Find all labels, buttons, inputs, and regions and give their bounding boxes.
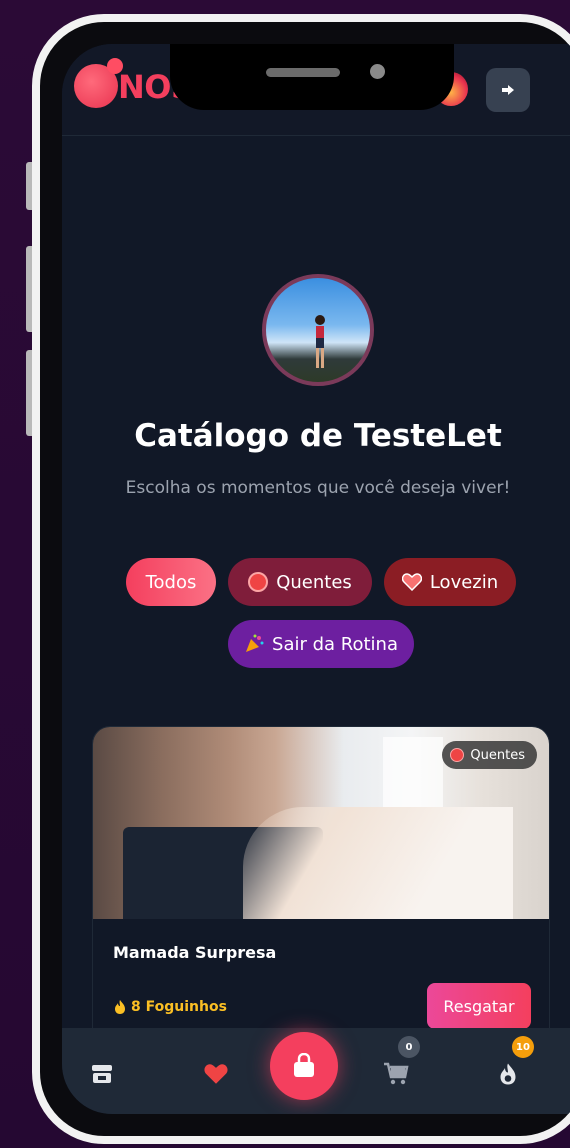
cart-count-badge: 0	[398, 1036, 420, 1058]
heart-icon	[401, 573, 422, 591]
category-tag: Quentes	[442, 741, 537, 769]
image-arms	[243, 807, 513, 919]
moment-price-label: 8 Foguinhos	[131, 999, 227, 1015]
logout-icon	[502, 85, 514, 95]
flame-icon	[115, 1000, 125, 1014]
filter-chip-sair-da-rotina[interactable]: Sair da Rotina	[228, 620, 414, 668]
moment-price: 8 Foguinhos	[113, 999, 227, 1015]
angry-face-icon	[450, 748, 465, 762]
party-popper-icon	[246, 634, 264, 652]
heart-icon	[204, 1064, 228, 1084]
nav-favorites[interactable]	[202, 1060, 230, 1088]
logout-button[interactable]	[486, 68, 530, 112]
cart-icon	[384, 1062, 409, 1085]
person-figure	[315, 315, 325, 368]
nav-foguinhos[interactable]	[494, 1060, 522, 1088]
speaker-grille	[266, 68, 340, 77]
camera-icon	[370, 64, 385, 79]
moment-card-image: Quentes	[93, 727, 549, 919]
filter-chip-label: Todos	[145, 571, 197, 593]
profile-avatar	[262, 274, 374, 386]
filter-chip-todos[interactable]: Todos	[126, 558, 216, 606]
app-screen: NOSSO MOMENTO Catálogo de Teste	[62, 44, 570, 1114]
filter-chip-lovezin[interactable]: Lovezin	[384, 558, 516, 606]
store-icon	[92, 1065, 112, 1083]
filter-chip-label: Lovezin	[429, 571, 499, 593]
nav-store[interactable]	[88, 1060, 116, 1088]
shopping-bag-icon	[294, 1053, 314, 1077]
phone-frame: NOSSO MOMENTO Catálogo de Teste	[32, 14, 570, 1144]
filter-chip-label: Quentes	[276, 571, 352, 593]
moment-title: Mamada Surpresa	[113, 943, 277, 962]
page-title: Catálogo de TesteLet	[134, 418, 502, 454]
foguinhos-count-badge: 10	[512, 1036, 534, 1058]
category-tag-label: Quentes	[470, 747, 525, 763]
flame-icon	[500, 1063, 516, 1085]
filter-chip-quentes[interactable]: Quentes	[228, 558, 372, 606]
bag-button[interactable]	[270, 1032, 338, 1100]
page-subtitle: Escolha os momentos que você deseja vive…	[125, 478, 511, 498]
phone-notch	[170, 44, 454, 110]
filter-chip-label: Sair da Rotina	[272, 633, 398, 655]
angry-face-icon	[248, 572, 269, 592]
redeem-button[interactable]: Resgatar	[427, 983, 531, 1029]
moment-card[interactable]: Quentes Mamada Surpresa 8 Foguinhos Resg…	[92, 726, 550, 1048]
nav-cart[interactable]	[382, 1060, 410, 1088]
